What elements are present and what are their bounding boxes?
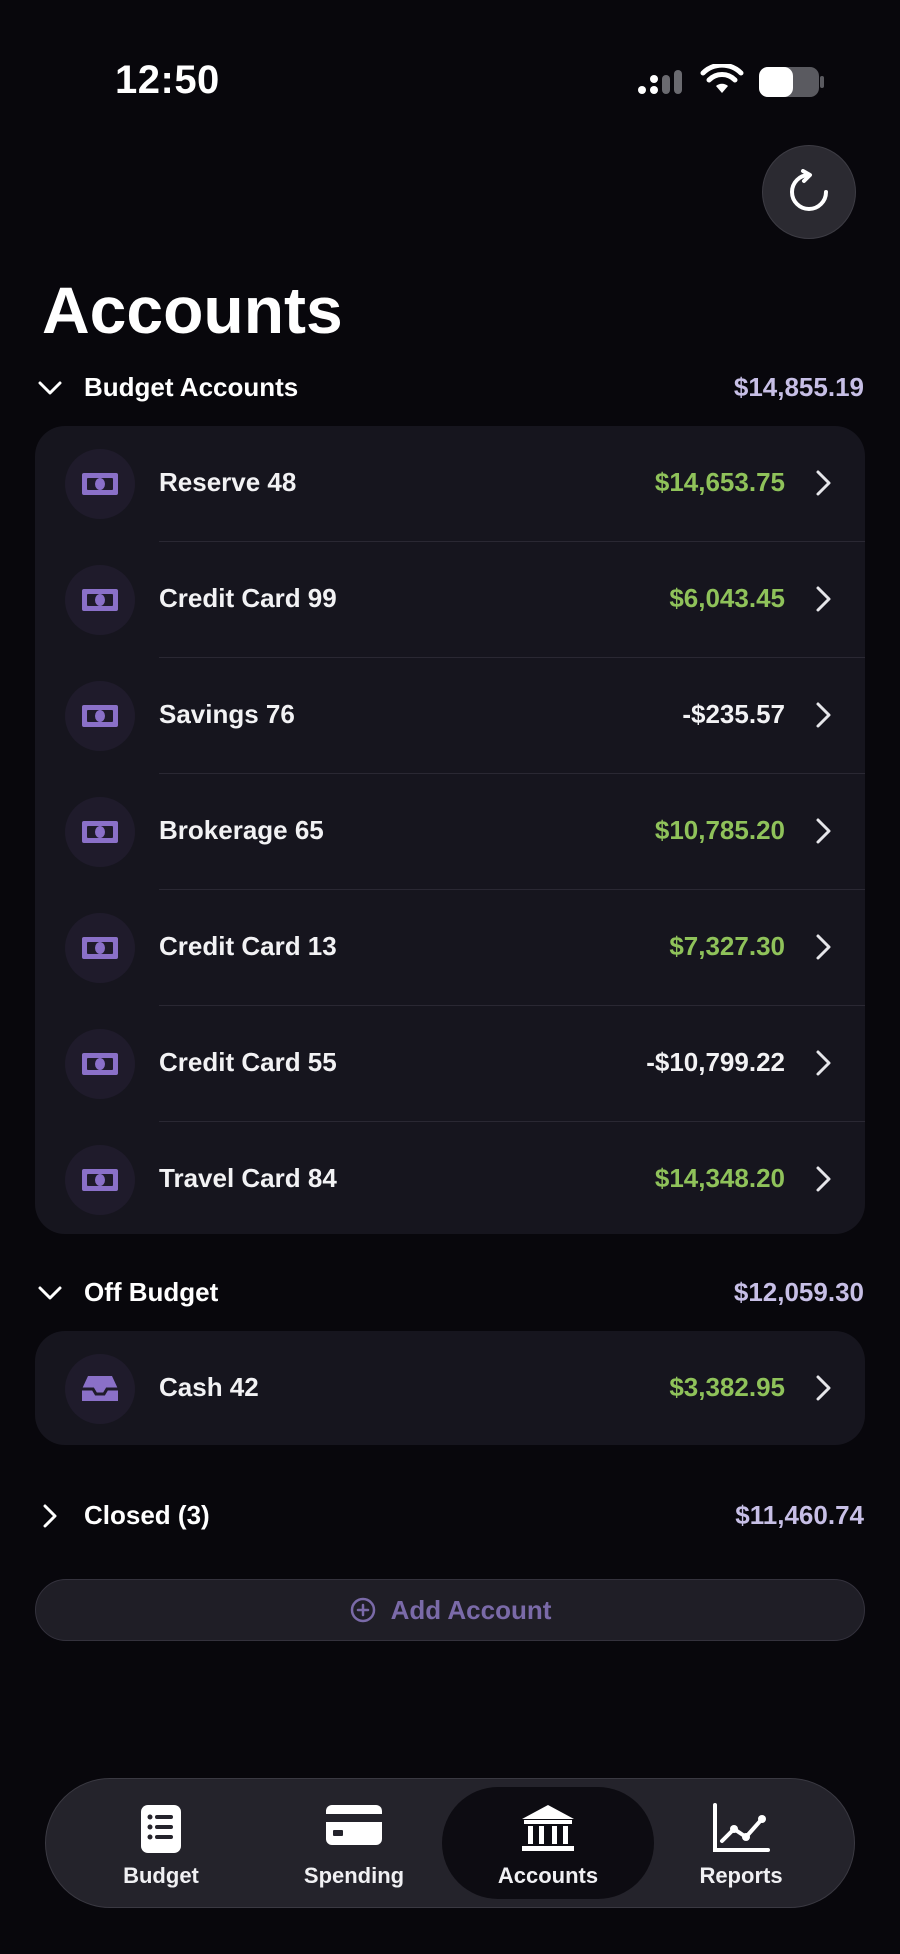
account-name: Brokerage 65: [159, 815, 324, 845]
chevron-right-icon: [816, 1375, 831, 1401]
section-total: $12,059.30: [733, 1277, 864, 1307]
account-balance: -$235.57: [682, 699, 785, 729]
chevron-right-icon: [813, 1164, 835, 1199]
account-balance: $6,043.45: [669, 583, 785, 613]
account-balance: $14,653.75: [654, 467, 785, 497]
tab-bar: Budget Spending Accounts Reports: [45, 1778, 855, 1908]
inbox-icon: [82, 1376, 118, 1401]
account-balance: $10,785.20: [654, 815, 785, 845]
chevron-right-icon: [813, 584, 835, 619]
account-name: Travel Card 84: [159, 1163, 337, 1193]
list-icon: [141, 1805, 181, 1853]
section-label: Off Budget: [84, 1277, 219, 1307]
chevron-right-icon: [813, 468, 835, 503]
add-account-button[interactable]: Add Account: [35, 1579, 865, 1641]
account-name: Credit Card 99: [159, 583, 337, 613]
chevron-right-icon: [816, 1050, 831, 1076]
money-icon: [82, 937, 118, 959]
account-balance: $3,382.95: [669, 1372, 785, 1402]
chevron-right-icon: [816, 934, 831, 960]
account-balance: -$10,799.22: [646, 1047, 785, 1077]
budget-accounts-header[interactable]: Budget Accounts $14,855.19: [0, 360, 900, 416]
account-row[interactable]: Brokerage 65 $10,785.20: [35, 774, 865, 890]
account-name: Reserve 48: [159, 467, 297, 497]
off-budget-card: Cash 42 $3,382.95: [35, 1331, 865, 1445]
section-label: Budget Accounts: [84, 372, 299, 402]
chevron-right-icon: [43, 1504, 57, 1528]
battery-icon: [759, 67, 824, 97]
money-icon: [82, 473, 118, 495]
budget-accounts-card: Reserve 48 $14,653.75 Credit Card 99 $6,043…: [35, 426, 865, 1234]
cellular-signal-icon: [638, 70, 682, 94]
tab-label: Reports: [699, 1863, 783, 1888]
closed-accounts-header[interactable]: Closed (3) $11,460.74: [0, 1488, 900, 1544]
account-row[interactable]: Credit Card 55 -$10,799.22: [35, 1006, 865, 1122]
refresh-button[interactable]: [762, 145, 856, 239]
account-name: Credit Card 55: [159, 1047, 337, 1077]
account-icon: [65, 1145, 135, 1215]
chevron-right-icon: [816, 1166, 831, 1192]
chevron-right-icon: [813, 700, 835, 735]
chevron-right-icon: [816, 470, 831, 496]
tab-spending[interactable]: Spending: [259, 1787, 449, 1899]
money-icon: [82, 821, 118, 843]
chevron-down-icon: [38, 1286, 62, 1300]
chevron-right-icon: [813, 1048, 835, 1083]
tab-reports[interactable]: Reports: [646, 1787, 836, 1899]
account-name: Cash 42: [159, 1372, 259, 1402]
tab-label: Budget: [123, 1863, 199, 1888]
account-row[interactable]: Credit Card 99 $6,043.45: [35, 542, 865, 658]
tab-label: Spending: [303, 1863, 405, 1888]
money-icon: [82, 705, 118, 727]
account-row[interactable]: Credit Card 13 $7,327.30: [35, 890, 865, 1006]
chevron-right-icon: [813, 816, 835, 851]
account-balance: $14,348.20: [654, 1163, 785, 1193]
account-name: Savings 76: [159, 699, 295, 729]
tab-accounts[interactable]: Accounts: [442, 1787, 654, 1899]
line-chart-icon: [713, 1803, 770, 1852]
section-total: $11,460.74: [735, 1500, 864, 1530]
status-time: 12:50: [115, 58, 220, 102]
page-title: Accounts: [42, 273, 343, 347]
chevron-right-icon: [816, 702, 831, 728]
money-icon: [82, 1053, 118, 1075]
tab-budget[interactable]: Budget: [66, 1787, 256, 1899]
credit-card-icon: [326, 1805, 382, 1845]
refresh-icon: [790, 169, 828, 211]
account-icon: [65, 1029, 135, 1099]
chevron-down-icon: [38, 381, 62, 395]
account-icon: [65, 797, 135, 867]
account-icon: [65, 681, 135, 751]
bank-icon: [522, 1805, 574, 1851]
chevron-right-icon: [813, 1373, 835, 1408]
account-row[interactable]: Cash 42 $3,382.95: [35, 1331, 865, 1445]
chevron-right-icon: [813, 932, 835, 967]
account-row[interactable]: Travel Card 84 $14,348.20: [35, 1122, 865, 1234]
account-row[interactable]: Reserve 48 $14,653.75: [35, 426, 865, 542]
off-budget-header[interactable]: Off Budget $12,059.30: [0, 1265, 900, 1321]
account-icon: [65, 449, 135, 519]
chevron-right-icon: [816, 586, 831, 612]
account-icon: [65, 913, 135, 983]
money-icon: [82, 1169, 118, 1191]
account-balance: $7,327.30: [669, 931, 785, 961]
section-total: $14,855.19: [733, 372, 864, 402]
tab-label: Accounts: [497, 1863, 599, 1888]
add-account-label: Add Account: [390, 1594, 552, 1625]
chevron-right-icon: [816, 818, 831, 844]
section-label: Closed (3): [84, 1500, 210, 1530]
plus-circle-icon: [350, 1597, 375, 1623]
account-name: Credit Card 13: [159, 931, 337, 961]
account-row[interactable]: Savings 76 -$235.57: [35, 658, 865, 774]
wifi-icon: [700, 64, 744, 93]
account-icon: [65, 565, 135, 635]
account-icon: [65, 1354, 135, 1424]
money-icon: [82, 589, 118, 611]
status-bar: 12:50: [0, 0, 900, 160]
